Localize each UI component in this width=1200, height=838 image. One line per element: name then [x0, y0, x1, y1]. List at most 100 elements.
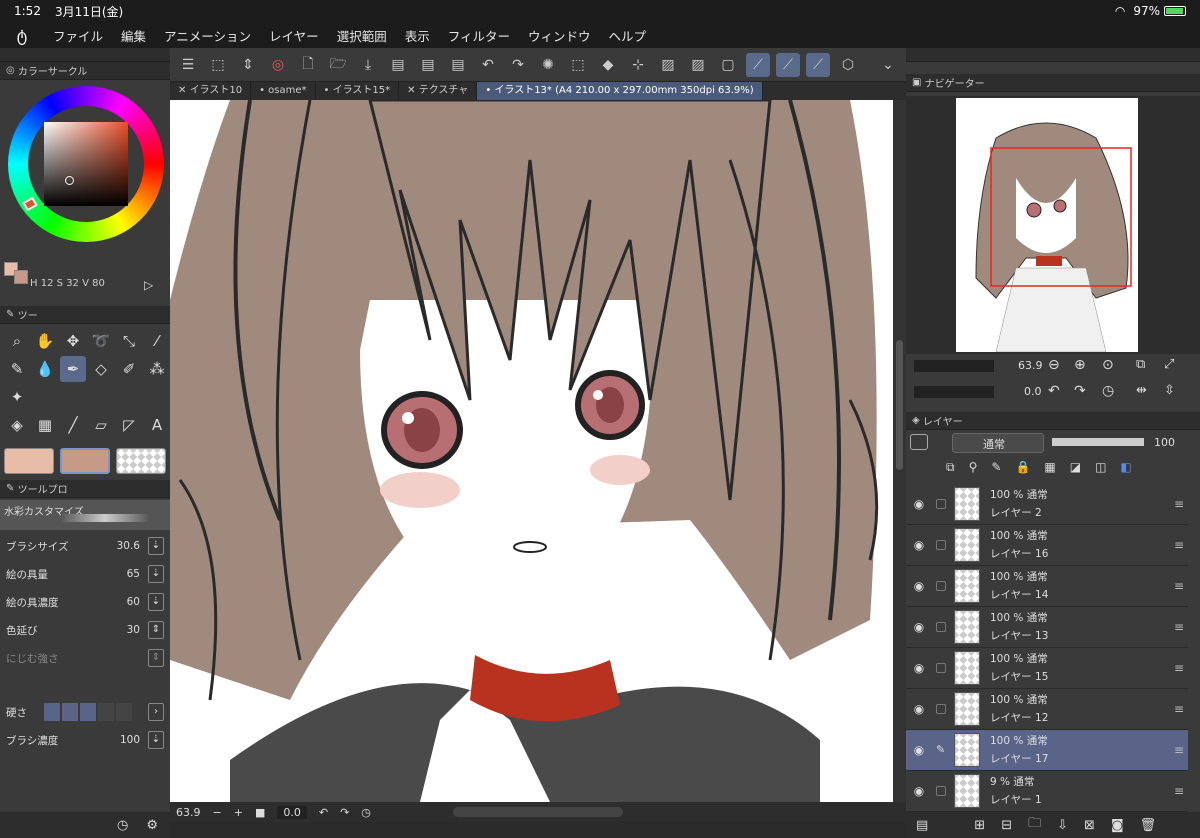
prop-brush-size[interactable]: ブラシサイズ 30.6 ⇣: [0, 532, 170, 560]
sv-picker-handle[interactable]: [65, 176, 74, 185]
wand-tool-icon[interactable]: ⤡: [116, 328, 142, 354]
play-icon[interactable]: ▷: [144, 278, 153, 292]
flip-horizontal-icon[interactable]: ⇹: [1136, 383, 1147, 398]
zoom-tool-icon[interactable]: ⌕: [4, 328, 30, 354]
fit-icon[interactable]: ■: [255, 806, 265, 819]
stabilizer-3-icon[interactable]: ⟋: [806, 52, 830, 77]
canvas-horizontal-scrollbar[interactable]: [452, 807, 623, 817]
brush-tool-icon[interactable]: 💧: [32, 356, 58, 382]
prop-color-stretch[interactable]: 色延び 30 ⇕: [0, 616, 170, 644]
sparkle-tool-icon[interactable]: ✦: [4, 384, 30, 410]
clip-icon[interactable]: ⧉: [946, 460, 955, 475]
dropdown-icon[interactable]: ⇣: [148, 565, 164, 583]
drag-handle-icon[interactable]: ≡: [1174, 620, 1184, 634]
new-folder-icon[interactable]: 🗀: [1028, 814, 1041, 836]
eye-icon[interactable]: ◉: [906, 497, 932, 511]
tab-illust13[interactable]: • イラスト13* (A4 210.00 x 297.00mm 350dpi 6…: [477, 82, 763, 100]
undo-icon[interactable]: ↶: [476, 53, 500, 77]
transfer-icon[interactable]: ⇩: [1057, 818, 1068, 833]
stepper-icon[interactable]: ⇕: [148, 621, 164, 639]
dropdown-icon[interactable]: ⇣: [148, 593, 164, 611]
save-icon[interactable]: ⤓: [356, 53, 380, 77]
eye-icon[interactable]: ◉: [906, 579, 932, 593]
draft-icon[interactable]: ✎: [991, 460, 1001, 475]
mask-off-icon[interactable]: ◫: [1095, 460, 1106, 475]
zoom-slider[interactable]: [914, 360, 994, 372]
fill-icon[interactable]: ◆: [596, 53, 620, 77]
transform-icon[interactable]: ⬚: [206, 53, 230, 77]
canvas-zoom-value[interactable]: 63.9: [176, 806, 201, 819]
layer-row[interactable]: ◉ 100 % 通常 レイヤー 13 ≡: [906, 607, 1188, 648]
rotate-left-icon[interactable]: ↶: [319, 806, 328, 819]
opacity-slider[interactable]: [1052, 438, 1144, 446]
line-tool-icon[interactable]: ╱: [60, 412, 86, 438]
menu-layer[interactable]: レイヤー: [260, 26, 328, 45]
canvas-rotate-value[interactable]: 0.0: [277, 805, 307, 819]
watercolor-tool-icon[interactable]: ✒: [60, 356, 86, 382]
tab-osame[interactable]: • osame*: [251, 82, 316, 100]
menu-edit[interactable]: 編集: [112, 26, 155, 45]
zoom-in-icon[interactable]: ⊕: [1074, 357, 1086, 373]
tab-illust15[interactable]: • イラスト15*: [316, 82, 400, 100]
stabilizer-2-icon[interactable]: ⟋: [776, 52, 800, 77]
zoom-in-icon[interactable]: +: [234, 806, 243, 819]
hand-tool-icon[interactable]: ✋: [32, 328, 58, 354]
chevron-right-icon[interactable]: ›: [148, 703, 164, 721]
canvas-vertical-scrollbar[interactable]: [893, 100, 906, 802]
menu-selection[interactable]: 選択範囲: [328, 26, 396, 45]
eye-icon[interactable]: ◉: [906, 620, 932, 634]
menu-help[interactable]: ヘルプ: [600, 26, 656, 45]
menu-window[interactable]: ウィンドウ: [519, 26, 600, 45]
layer-color-icon[interactable]: ◧: [1120, 460, 1131, 475]
eraser-tool-icon[interactable]: ◇: [88, 356, 114, 382]
eye-icon[interactable]: ◉: [906, 538, 932, 552]
eye-icon[interactable]: ◉: [906, 661, 932, 675]
layer-checkbox[interactable]: [936, 663, 946, 673]
drag-handle-icon[interactable]: ≡: [1174, 538, 1184, 552]
fill-tool-icon[interactable]: ◈: [4, 412, 30, 438]
stepper-icon[interactable]: ⇕: [148, 649, 164, 667]
wrench-icon[interactable]: ⚙: [146, 818, 158, 833]
menu-view[interactable]: 表示: [396, 26, 439, 45]
reset-rotation-icon[interactable]: ◷: [1102, 383, 1114, 399]
prop-paint-amount[interactable]: 絵の具量 65 ⇣: [0, 560, 170, 588]
clear-icon[interactable]: ▨: [656, 53, 680, 77]
main-color-chip[interactable]: [4, 448, 54, 474]
stabilizer-1-icon[interactable]: ⟋: [746, 52, 770, 77]
prop-brush-density[interactable]: ブラシ濃度 100 ⇣: [0, 726, 170, 754]
color-circle[interactable]: H 12 S 32 V 80 ▷: [0, 80, 170, 292]
new-vector-layer-icon[interactable]: ⊟: [1001, 818, 1012, 833]
transparent-color-chip[interactable]: [116, 448, 166, 474]
layer-checkbox[interactable]: [936, 786, 946, 796]
swirl-icon[interactable]: ◎: [266, 53, 290, 77]
dropdown-icon[interactable]: ⇣: [148, 537, 164, 555]
drag-handle-icon[interactable]: ≡: [1174, 497, 1184, 511]
layer-row[interactable]: ◉ 100 % 通常 レイヤー 12 ≡: [906, 689, 1188, 730]
drag-handle-icon[interactable]: ≡: [1174, 702, 1184, 716]
updown-icon[interactable]: ⇕: [236, 53, 260, 77]
lock-alpha-icon[interactable]: ▦: [1044, 460, 1055, 475]
navigator-panel[interactable]: [906, 96, 1200, 354]
menu-file[interactable]: ファイル: [44, 26, 112, 45]
dropdown-icon[interactable]: ⇣: [148, 731, 164, 749]
eye-icon[interactable]: ◉: [906, 743, 932, 757]
prop-blur-strength[interactable]: にじむ強さ ⇕: [0, 644, 170, 672]
eye-icon[interactable]: ◉: [906, 784, 932, 798]
clock-icon[interactable]: ◷: [117, 818, 128, 833]
merge-icon[interactable]: ⊠: [1084, 818, 1095, 833]
new-raster-layer-icon[interactable]: ⊞: [974, 818, 985, 833]
ruler-tool-icon[interactable]: ◸: [116, 412, 142, 438]
navigator-preview[interactable]: [956, 98, 1138, 352]
prop-hardness[interactable]: 硬さ ›: [0, 698, 170, 726]
eye-icon[interactable]: ◉: [906, 702, 932, 716]
delete-icon[interactable]: 🗑: [1140, 818, 1157, 833]
redo-icon[interactable]: ↷: [506, 53, 530, 77]
zoom-out-icon[interactable]: −: [213, 806, 222, 819]
clear-outside-icon[interactable]: ▨: [686, 53, 710, 77]
export-psd-icon[interactable]: ▤: [446, 53, 470, 77]
blend-mode-select[interactable]: 通常: [952, 433, 1044, 453]
app-logo-icon[interactable]: ტ: [0, 26, 44, 45]
fit-view-icon[interactable]: ⊙: [1102, 357, 1114, 373]
actual-size-icon[interactable]: ⧉: [1136, 357, 1145, 372]
crop-icon[interactable]: ⊹: [626, 53, 650, 77]
